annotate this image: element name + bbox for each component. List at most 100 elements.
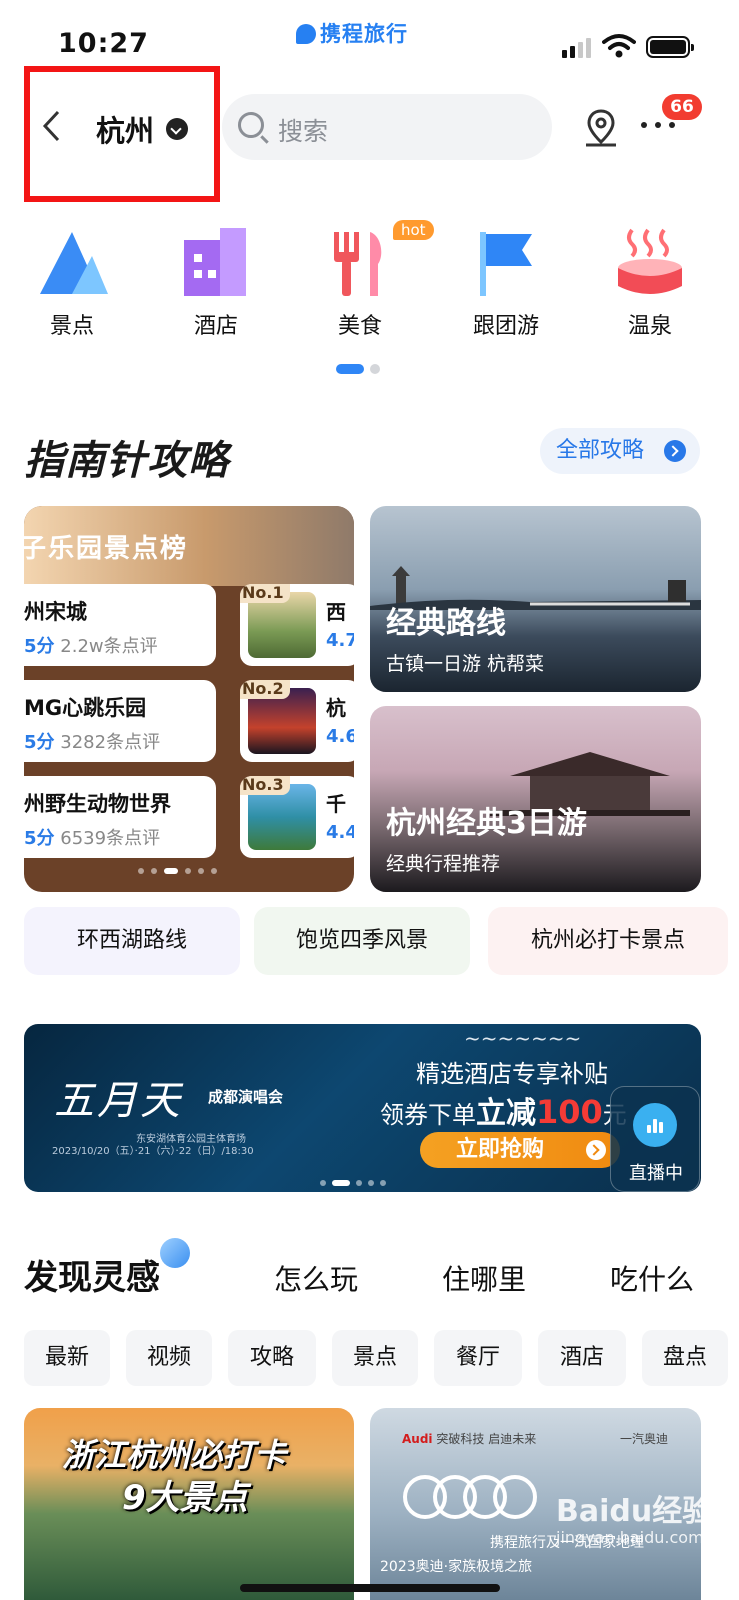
tab-discover[interactable]: 发现灵感 — [24, 1250, 176, 1299]
rank-badge: No.2 — [240, 680, 290, 699]
buy-now-label: 立即抢购 — [456, 1137, 545, 1162]
feed-card-subtitle: 9大景点 — [122, 1478, 248, 1518]
flag-icon — [480, 232, 532, 296]
filter-chips: 最新 视频 攻略 景点 餐厅 酒店 盘点 — [0, 1330, 739, 1386]
ranking-item[interactable]: No.2 杭 4.6 — [240, 680, 354, 762]
buy-now-button[interactable]: 立即抢购 — [420, 1132, 620, 1168]
status-time: 10:27 — [58, 28, 149, 59]
category-label: 美食 — [337, 314, 382, 339]
card-subtitle: 古镇一日游 杭帮菜 — [386, 653, 545, 675]
category-pager — [336, 364, 380, 374]
category-group-tour[interactable]: 跟团游 — [446, 222, 566, 342]
filter-latest[interactable]: 最新 — [24, 1330, 110, 1386]
battery-icon — [646, 36, 694, 58]
search-placeholder: 搜索 — [278, 117, 329, 146]
filter-video[interactable]: 视频 — [126, 1330, 212, 1386]
card-title: 杭州经典3日游 — [386, 806, 587, 841]
city-selector[interactable]: 杭州 — [96, 108, 154, 150]
search-input[interactable]: 搜索 — [222, 94, 552, 160]
score-value: 4.7 — [326, 630, 354, 651]
signal-icon — [562, 38, 591, 58]
tag-four-seasons[interactable]: 饱览四季风景 — [254, 907, 470, 975]
status-bar: 10:27 携程旅行 — [0, 0, 739, 66]
category-food[interactable]: 美食 — [300, 222, 420, 342]
rank-badge: No.1 — [240, 584, 290, 603]
filter-hotel[interactable]: 酒店 — [538, 1330, 626, 1386]
review-count: 2.2w条点评 — [60, 636, 158, 657]
category-label: 温泉 — [627, 314, 672, 339]
mountain-icon — [40, 232, 108, 294]
chevron-right-icon — [586, 1140, 606, 1160]
back-icon[interactable] — [42, 110, 60, 142]
watermark-url: jingyan.baidu.com — [556, 1528, 704, 1547]
brand-name: 携程旅行 — [320, 22, 408, 46]
ranking-card[interactable]: 子乐园景点榜 州宋城 5分 2.2w条点评 MG心跳乐园 5分 3282条点评 … — [24, 506, 354, 892]
ranking-item-name: 千 — [326, 792, 346, 816]
tag-west-lake-route[interactable]: 环西湖路线 — [24, 907, 240, 975]
banner-offer: 领券下单立减100元 — [380, 1088, 627, 1132]
ad-brand: Audi 突破科技 启迪未来 — [402, 1430, 536, 1447]
home-indicator[interactable] — [240, 1584, 500, 1592]
promo-banner[interactable]: ~~~~~~~ 五月天 成都演唱会 东安湖体育公园主体育场 2023/10/20… — [24, 1024, 701, 1192]
guide-tags: 环西湖路线 饱览四季风景 杭州必打卡景点 — [0, 907, 739, 977]
score-value: 5分 — [24, 828, 55, 849]
filter-guide[interactable]: 攻略 — [228, 1330, 316, 1386]
score-value: 4.4 — [326, 822, 354, 843]
tag-must-see[interactable]: 杭州必打卡景点 — [488, 907, 728, 975]
banner-script-text: ~~~~~~~ — [464, 1026, 582, 1050]
watermark-text: Baidu经验 — [556, 1494, 713, 1529]
ranking-item[interactable]: No.1 西 4.7 — [240, 584, 354, 666]
banner-subtitle: 成都演唱会 — [208, 1088, 284, 1106]
ranking-pager — [138, 868, 217, 874]
card-title: 经典路线 — [386, 606, 506, 641]
hot-badge: hot — [393, 220, 434, 240]
score-value: 5分 — [24, 732, 55, 753]
tab-what-to-eat[interactable]: 吃什么 — [610, 1258, 694, 1298]
chevron-down-icon[interactable] — [166, 118, 188, 140]
banner-headline: 精选酒店专享补贴 — [416, 1060, 608, 1088]
review-count: 6539条点评 — [60, 828, 161, 849]
ranking-item[interactable]: MG心跳乐园 5分 3282条点评 — [24, 680, 216, 762]
filter-restaurant[interactable]: 餐厅 — [434, 1330, 522, 1386]
route-card[interactable]: 经典路线 古镇一日游 杭帮菜 — [370, 506, 701, 692]
category-scenic[interactable]: 景点 — [12, 222, 132, 342]
live-label: 直播中 — [629, 1163, 683, 1184]
ranking-item-score: 5分 3282条点评 — [24, 728, 160, 754]
live-icon — [633, 1103, 677, 1147]
tab-how-to-play[interactable]: 怎么玩 — [274, 1258, 358, 1298]
wifi-icon — [602, 34, 636, 58]
filter-scenic[interactable]: 景点 — [332, 1330, 418, 1386]
all-guides-button[interactable]: 全部攻略 — [540, 428, 700, 474]
map-pin-icon[interactable] — [583, 108, 619, 148]
ranking-header: 子乐园景点榜 — [24, 506, 354, 586]
feed-card[interactable]: 浙江杭州必打卡 9大景点 — [24, 1408, 354, 1600]
notification-badge: 66 — [662, 94, 702, 120]
ranking-item[interactable]: 州野生动物世界 5分 6539条点评 — [24, 776, 216, 858]
rank-badge: No.3 — [240, 776, 290, 795]
filter-ranking[interactable]: 盘点 — [642, 1330, 728, 1386]
ad-brand-tagline: 突破科技 启迪未来 — [436, 1432, 537, 1446]
audi-rings-icon — [403, 1475, 537, 1519]
category-hotel[interactable]: 酒店 — [156, 222, 276, 342]
paper-plane-icon — [160, 1238, 190, 1268]
category-label: 跟团游 — [472, 314, 539, 339]
ranking-item-name: 州野生动物世界 — [24, 792, 171, 816]
score-value: 4.6 — [326, 726, 354, 747]
ranking-item-name: 杭 — [326, 696, 346, 720]
ranking-item[interactable]: 州宋城 5分 2.2w条点评 — [24, 584, 216, 666]
guide-title: 指南针攻略 — [24, 438, 229, 484]
ranking-item[interactable]: No.3 千 4.4 — [240, 776, 354, 858]
banner-date: 2023/10/20（五）·21（六）·22（日）/18:30 — [52, 1146, 254, 1157]
offer-amount: 100 — [536, 1093, 603, 1131]
category-hot-spring[interactable]: 温泉 — [590, 222, 710, 342]
live-button[interactable]: 直播中 — [610, 1086, 700, 1192]
hotel-icon — [184, 228, 246, 296]
more-icon[interactable] — [641, 122, 675, 128]
card-subtitle: 经典行程推荐 — [386, 853, 501, 875]
tab-where-to-stay[interactable]: 住哪里 — [442, 1258, 526, 1298]
itinerary-card[interactable]: 杭州经典3日游 经典行程推荐 — [370, 706, 701, 892]
chevron-right-icon — [664, 440, 686, 462]
ad-right-tag: 一汽奥迪 — [620, 1432, 669, 1446]
category-row: 景点 酒店 美食 跟团游 温泉 — [0, 222, 739, 352]
food-icon — [334, 232, 382, 296]
